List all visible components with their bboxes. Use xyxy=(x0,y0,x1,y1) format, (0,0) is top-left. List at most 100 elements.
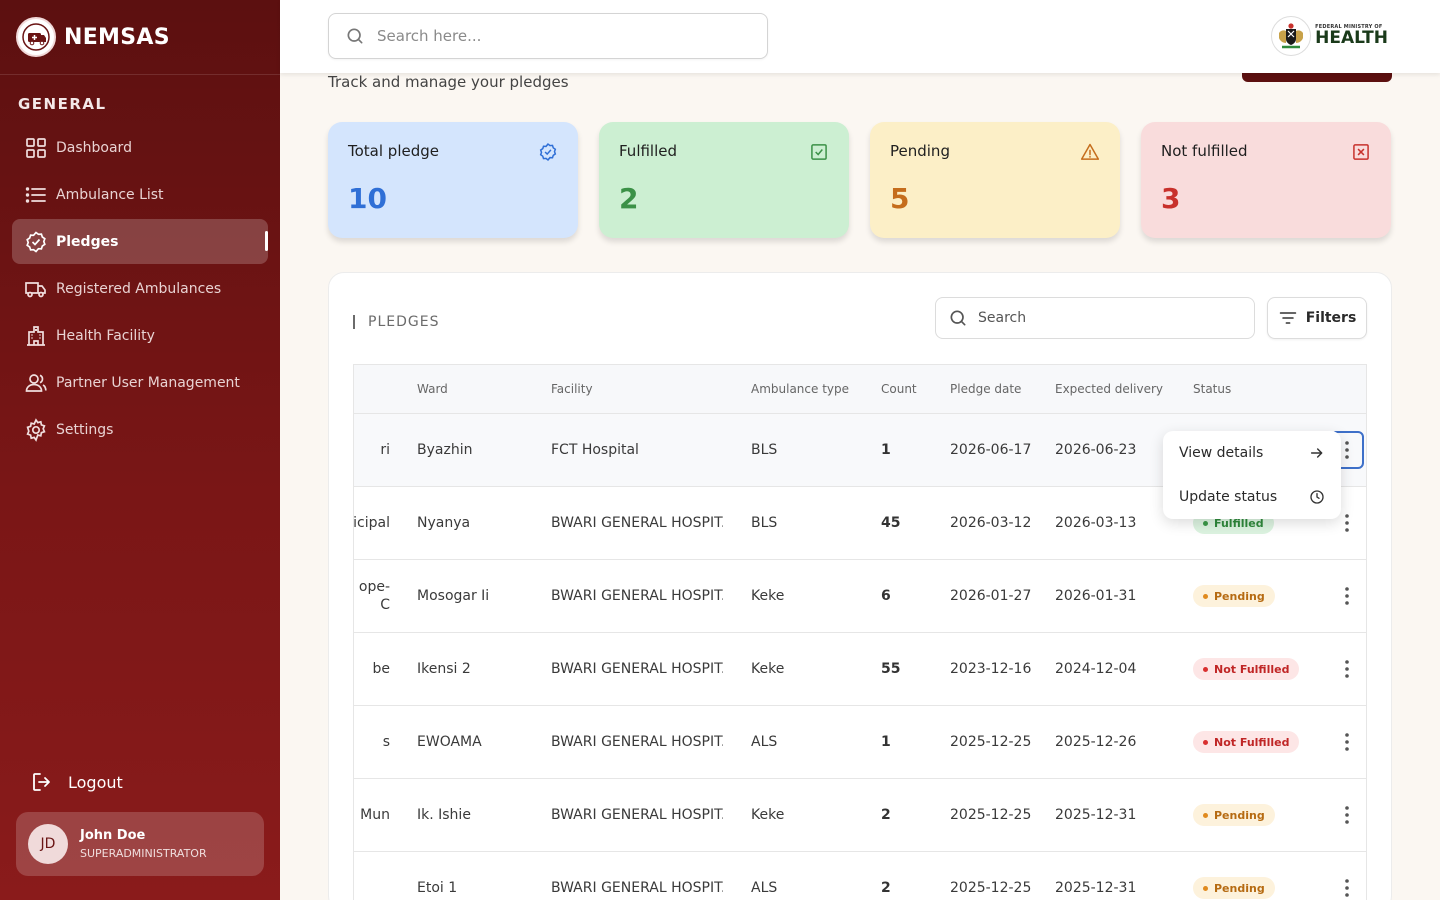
cell-ambulance-type: BLS xyxy=(751,442,778,458)
arrow-right-icon xyxy=(1310,448,1323,458)
menu-item-update-status[interactable]: Update status xyxy=(1163,475,1341,519)
column-header-expected-delivery[interactable]: Expected delivery xyxy=(1055,365,1175,413)
cell-facility: FCT Hospital xyxy=(551,442,639,458)
cell-pledge-date: 2025-12-25 xyxy=(950,880,1032,896)
table-search-input[interactable] xyxy=(978,310,1228,326)
cell-facility: BWARI GENERAL HOSPIT... xyxy=(551,734,723,750)
kebab-icon xyxy=(1345,587,1349,605)
status-badge: Pending xyxy=(1193,877,1275,899)
badge-check-icon xyxy=(26,230,46,253)
row-actions-button[interactable] xyxy=(1331,651,1363,687)
sidebar-item-label: Dashboard xyxy=(56,139,132,156)
cell-partial: ri xyxy=(380,442,390,458)
status-badge: Pending xyxy=(1193,585,1275,607)
page-subtitle: Track and manage your pledges xyxy=(328,73,569,91)
cell-facility: BWARI GENERAL HOSPIT... xyxy=(551,588,723,604)
cell-ward: Mosogar Ii xyxy=(417,588,490,604)
stat-label: Pending xyxy=(890,142,950,160)
row-actions-button[interactable] xyxy=(1331,724,1363,760)
sidebar-item-label: Health Facility xyxy=(56,327,155,344)
cell-ward: Ikensi 2 xyxy=(417,661,471,677)
table-row[interactable]: Etoi 1 BWARI GENERAL HOSPIT... ALS 2 202… xyxy=(354,852,1366,900)
filters-button[interactable]: Filters xyxy=(1267,297,1367,339)
sidebar-item-ambulance-list[interactable]: Ambulance List xyxy=(12,172,268,217)
cell-ward: Byazhin xyxy=(417,442,473,458)
cell-expected-delivery: 2026-06-23 xyxy=(1055,442,1137,458)
table-row[interactable]: ope- C Mosogar Ii BWARI GENERAL HOSPIT..… xyxy=(354,560,1366,633)
cell-partial: be xyxy=(372,661,391,677)
user-profile-card[interactable]: JD John Doe SUPERADMINISTRATOR xyxy=(16,812,264,876)
stat-label: Total pledge xyxy=(348,142,439,160)
table-search[interactable] xyxy=(935,297,1255,339)
logout-button[interactable]: Logout xyxy=(30,770,123,794)
sidebar-item-health-facility[interactable]: Health Facility xyxy=(12,313,268,358)
row-actions-button[interactable] xyxy=(1331,797,1363,833)
menu-item-view-details[interactable]: View details xyxy=(1163,431,1341,475)
cell-partial: Mun xyxy=(360,807,390,823)
column-header-ward[interactable]: Ward xyxy=(417,365,547,413)
global-search[interactable] xyxy=(328,13,768,59)
stat-card-fulfilled: Fulfilled 2 xyxy=(599,122,849,238)
column-header-ambulance-type[interactable]: Ambulance type xyxy=(751,365,861,413)
row-actions-button[interactable] xyxy=(1331,578,1363,614)
cell-count: 45 xyxy=(881,515,901,531)
cell-partial: icipal xyxy=(354,515,390,531)
status-badge: Pending xyxy=(1193,804,1275,826)
cell-ambulance-type: Keke xyxy=(751,661,785,677)
cell-pledge-date: 2026-06-17 xyxy=(950,442,1032,458)
ambulance-logo-icon xyxy=(16,17,56,57)
stat-card-total: Total pledge 10 xyxy=(328,122,578,238)
stat-value: 10 xyxy=(348,182,387,215)
menu-item-label: View details xyxy=(1179,445,1264,461)
cell-ward: Nyanya xyxy=(417,515,471,531)
cell-ward: Etoi 1 xyxy=(417,880,458,896)
kebab-icon xyxy=(1345,660,1349,678)
clock-icon xyxy=(1310,490,1324,504)
cell-pledge-date: 2025-12-25 xyxy=(950,807,1032,823)
cell-partial: s xyxy=(382,734,390,750)
cell-count: 1 xyxy=(881,442,891,458)
nav-section-label: GENERAL xyxy=(18,95,107,113)
sidebar-item-registered-ambulances[interactable]: Registered Ambulances xyxy=(12,266,268,311)
cell-expected-delivery: 2026-01-31 xyxy=(1055,588,1137,604)
stats-cards: Total pledge 10 Fulfilled 2 Pending 5 No… xyxy=(328,122,1391,238)
cell-expected-delivery: 2024-12-04 xyxy=(1055,661,1137,677)
users-icon xyxy=(25,373,47,392)
sidebar-item-label: Registered Ambulances xyxy=(56,280,222,297)
cell-pledge-date: 2026-01-27 xyxy=(950,588,1032,604)
filter-icon xyxy=(1279,312,1296,324)
building-icon xyxy=(27,325,45,346)
status-badge: Not Fulfilled xyxy=(1193,658,1300,680)
checkbox-icon xyxy=(811,144,827,160)
sidebar-nav: Dashboard Ambulance List Pledges Registe… xyxy=(12,125,268,454)
table-header: Ward Facility Ambulance type Count Pledg… xyxy=(354,364,1366,414)
avatar: JD xyxy=(28,824,68,864)
logout-label: Logout xyxy=(68,772,123,792)
sidebar-item-label: Partner User Management xyxy=(56,374,240,391)
stat-card-pending: Pending 5 xyxy=(870,122,1120,238)
column-header-status[interactable]: Status xyxy=(1193,365,1323,413)
sidebar-item-dashboard[interactable]: Dashboard xyxy=(12,125,268,170)
brand-name: NEMSAS xyxy=(64,24,170,50)
search-icon xyxy=(950,310,966,326)
sidebar-item-partner-user-management[interactable]: Partner User Management xyxy=(12,360,268,405)
sidebar-item-label: Pledges xyxy=(56,233,119,250)
table-row[interactable]: be Ikensi 2 BWARI GENERAL HOSPIT... Keke… xyxy=(354,633,1366,706)
cell-count: 2 xyxy=(881,807,891,823)
sidebar-item-settings[interactable]: Settings xyxy=(12,407,268,452)
column-header-count[interactable]: Count xyxy=(881,365,931,413)
warning-icon xyxy=(1080,143,1100,160)
stat-value: 3 xyxy=(1161,182,1181,215)
table-row[interactable]: s EWOAMA BWARI GENERAL HOSPIT... ALS 1 2… xyxy=(354,706,1366,779)
sidebar-item-pledges[interactable]: Pledges xyxy=(12,219,268,264)
column-header-facility[interactable]: Facility xyxy=(551,365,723,413)
cell-ambulance-type: Keke xyxy=(751,807,785,823)
badge-check-icon xyxy=(539,143,557,161)
cell-expected-delivery: 2025-12-26 xyxy=(1055,734,1137,750)
cell-facility: BWARI GENERAL HOSPIT... xyxy=(551,661,723,677)
row-actions-button[interactable] xyxy=(1331,870,1363,900)
column-header-pledge-date[interactable]: Pledge date xyxy=(950,365,1040,413)
table-row[interactable]: Mun Ik. Ishie BWARI GENERAL HOSPIT... Ke… xyxy=(354,779,1366,852)
brand: NEMSAS xyxy=(0,0,280,75)
global-search-input[interactable] xyxy=(377,27,737,45)
